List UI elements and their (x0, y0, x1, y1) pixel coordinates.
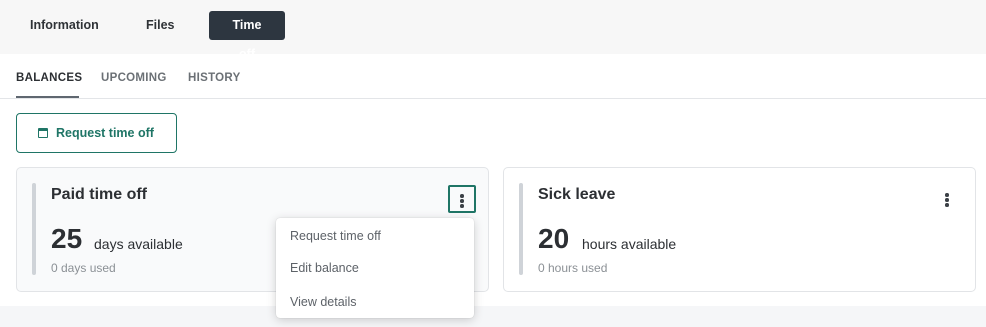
subtab-balances[interactable]: BALANCES (16, 72, 82, 84)
subtab-bar: BALANCES UPCOMING HISTORY (0, 54, 986, 99)
card-title: Paid time off (51, 186, 148, 203)
menu-item-view-details[interactable]: View details (290, 295, 356, 309)
tab-files[interactable]: Files (132, 11, 189, 40)
active-subtab-indicator (16, 96, 79, 98)
card-actions-menu: Request time off Edit balance View detai… (276, 218, 474, 318)
menu-item-edit-balance[interactable]: Edit balance (290, 261, 359, 275)
request-time-off-button[interactable]: Request time off (16, 113, 177, 153)
subtab-upcoming[interactable]: UPCOMING (101, 72, 167, 84)
calendar-icon (38, 128, 48, 138)
time-off-panel: BALANCES UPCOMING HISTORY Request time o… (0, 54, 986, 306)
card-accent-bar (519, 183, 523, 275)
balance-card-sick-leave: Sick leave 20 hours available 0 hours us… (503, 167, 976, 292)
card-accent-bar (32, 183, 36, 275)
kebab-menu-icon[interactable] (933, 184, 961, 212)
balance-unit: days available (94, 236, 183, 252)
kebab-menu-icon[interactable] (448, 185, 476, 213)
top-navigation: Information Files Time off (0, 0, 986, 61)
menu-item-request-time-off[interactable]: Request time off (290, 229, 381, 243)
request-time-off-label: Request time off (56, 126, 154, 140)
tab-time-off[interactable]: Time off (209, 11, 285, 61)
balance-amount: 25 (51, 223, 83, 254)
balance-amount: 20 (538, 223, 570, 254)
balance-unit: hours available (582, 236, 677, 252)
card-title: Sick leave (538, 186, 616, 203)
balance-used: 0 hours used (538, 261, 608, 275)
subtab-history[interactable]: HISTORY (188, 72, 241, 84)
balance-used: 0 days used (51, 261, 116, 275)
tab-information[interactable]: Information (16, 11, 113, 40)
